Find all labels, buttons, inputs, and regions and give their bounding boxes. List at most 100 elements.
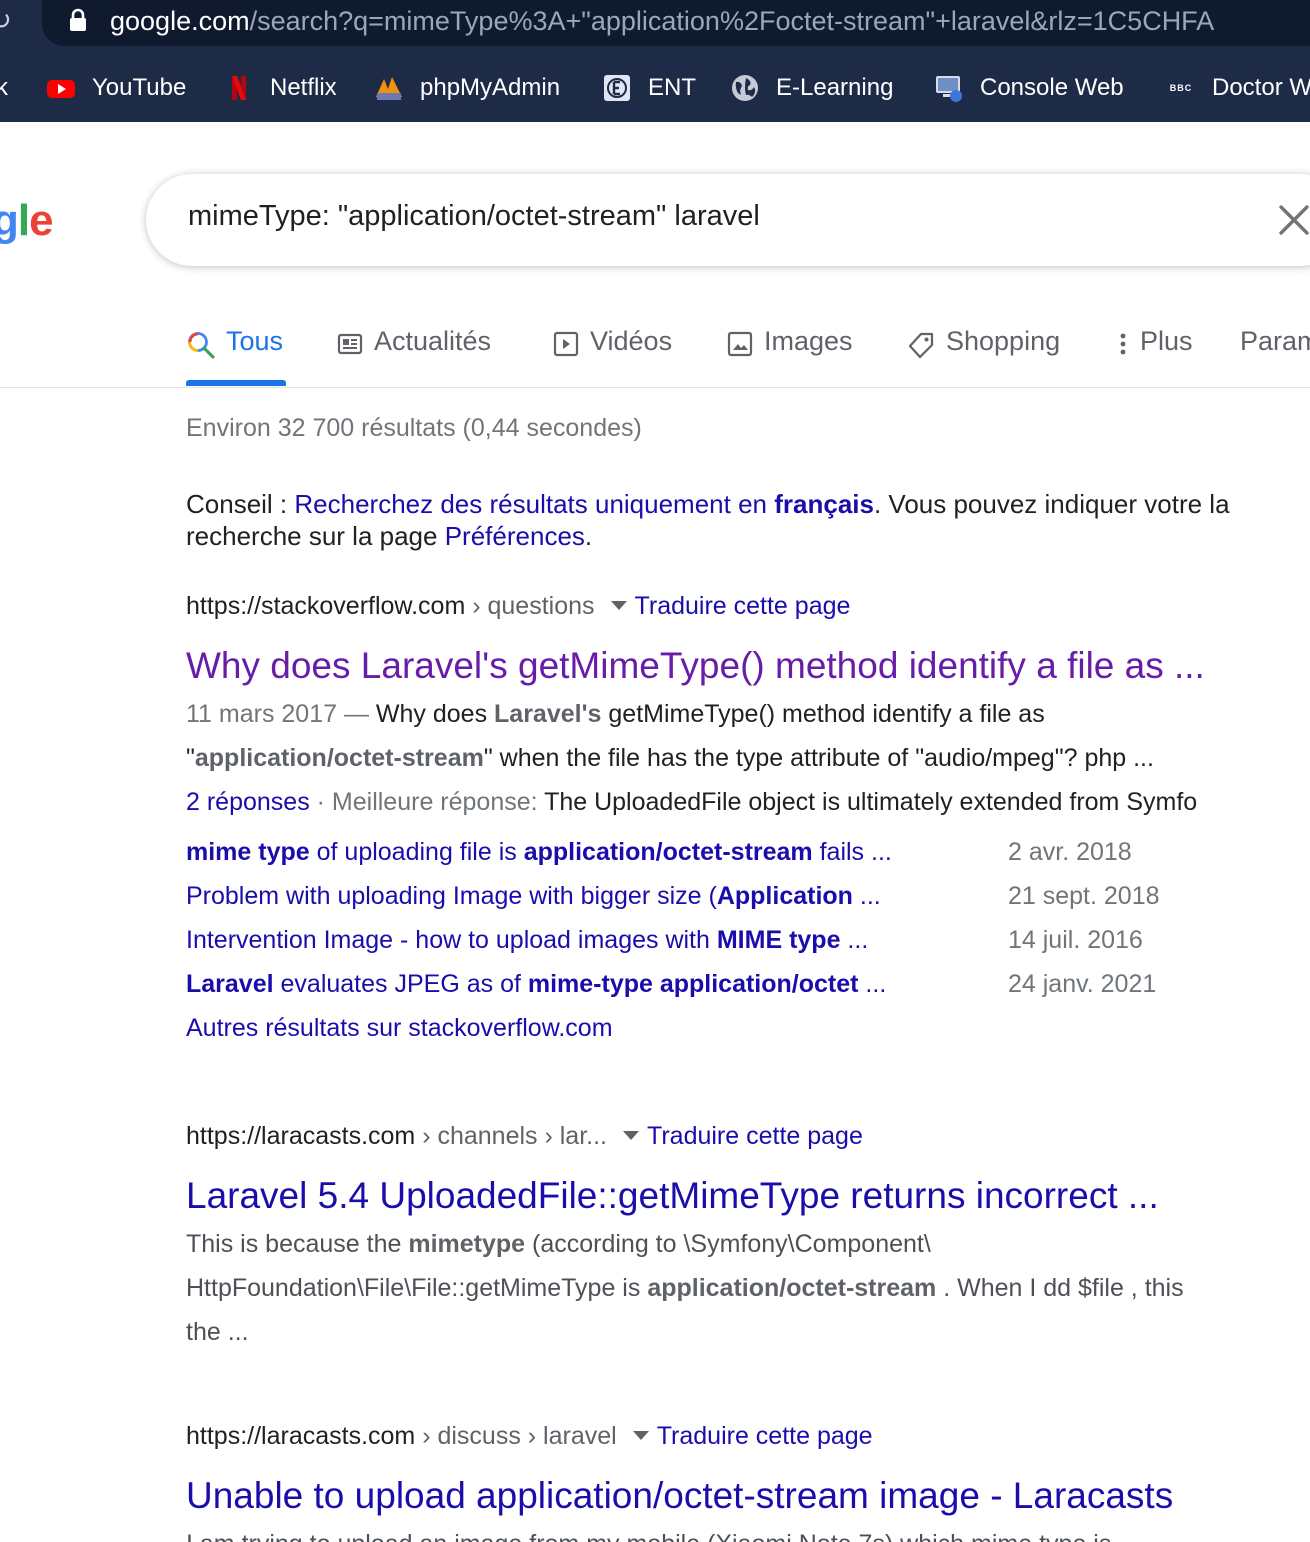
sitelink-date: 24 janv. 2021 bbox=[1008, 970, 1157, 998]
bookmark-netflix[interactable]: Netflix bbox=[224, 66, 337, 110]
snippet-bold: application/octet-stream bbox=[647, 1274, 937, 1302]
netflix-icon bbox=[232, 76, 246, 100]
active-tab-indicator bbox=[186, 380, 286, 386]
tab-videos[interactable]: Vidéos bbox=[552, 320, 672, 386]
answers-link[interactable]: 2 réponses bbox=[186, 788, 310, 816]
result-domain: https://stackoverflow.com bbox=[186, 592, 466, 620]
sitelink-bold: Application bbox=[716, 882, 853, 910]
youtube-icon bbox=[47, 80, 75, 98]
bookmark-label: k bbox=[0, 74, 8, 101]
sitelink-date: 14 juil. 2016 bbox=[1008, 926, 1143, 954]
tip-line2: recherche sur la page bbox=[186, 521, 445, 551]
tab-label: Tous bbox=[226, 326, 284, 356]
google-logo[interactable]: gle bbox=[0, 196, 54, 246]
snippet-text: the ... bbox=[186, 1318, 249, 1346]
snippet-text: I am trying to upload an image from my m… bbox=[186, 1530, 1111, 1542]
result-date: 11 mars 2017 — bbox=[186, 700, 369, 728]
bookmark-phpmyadmin[interactable]: phpMyAdmin bbox=[374, 66, 560, 110]
bookmark-label: Doctor W bbox=[1212, 74, 1310, 101]
snippet-bold: mimetype bbox=[408, 1230, 526, 1258]
close-icon[interactable] bbox=[1274, 200, 1310, 240]
sitelink-row[interactable]: Problem with uploading Image with bigger… bbox=[186, 874, 1310, 918]
tab-shopping[interactable]: Shopping bbox=[906, 320, 1060, 386]
sitelink-title[interactable]: Intervention Image - how to upload image… bbox=[186, 926, 868, 954]
search-result: https://laracasts.com › channels › lar..… bbox=[186, 1120, 1310, 1354]
search-result: https://laracasts.com › discuss › larave… bbox=[186, 1420, 1310, 1542]
search-input[interactable] bbox=[188, 200, 1188, 233]
tab-label: Shopping bbox=[946, 326, 1061, 356]
result-title[interactable]: Why does Laravel's getMimeType() method … bbox=[186, 642, 1310, 690]
sitelink-text: ... bbox=[858, 970, 887, 998]
bookmark-label: Console Web bbox=[980, 74, 1124, 101]
url-host: google.com bbox=[110, 6, 250, 36]
bookmark-youtube[interactable]: YouTube bbox=[46, 66, 186, 110]
chevron-down-icon[interactable] bbox=[610, 601, 627, 611]
result-cite[interactable]: https://laracasts.com › discuss › larave… bbox=[186, 1420, 1310, 1452]
result-cite[interactable]: https://laracasts.com › channels › lar..… bbox=[186, 1120, 1310, 1152]
url-text[interactable]: google.com/search?q=mimeType%3A+"applica… bbox=[110, 4, 1214, 38]
sitelinks: mime type of uploading file is applicati… bbox=[186, 830, 1310, 1050]
tab-all[interactable]: Tous bbox=[186, 320, 283, 386]
bookmark-elearning[interactable]: E-Learning bbox=[730, 66, 893, 110]
snippet-text: Why does bbox=[368, 700, 495, 728]
translate-link[interactable]: Traduire cette page bbox=[657, 1422, 873, 1450]
chevron-down-icon[interactable] bbox=[623, 1131, 639, 1141]
result-path: › questions bbox=[465, 592, 595, 620]
search-result: https://stackoverflow.com › questions Tra… bbox=[186, 590, 1310, 1050]
sitelink-title[interactable]: Laravel evaluates JPEG as of mime-type a… bbox=[186, 970, 886, 998]
french-results-link[interactable]: Recherchez des résultats uniquement en f… bbox=[294, 489, 874, 519]
bookmark-doctor-who[interactable]: BBC Doctor W bbox=[1166, 66, 1310, 110]
bookmark-label: E-Learning bbox=[776, 74, 894, 101]
snippet-text: " when the file has the type attribute o… bbox=[483, 744, 1154, 772]
sitelink-text: Intervention Image - how to upload image… bbox=[186, 926, 717, 954]
sitelink-row[interactable]: mime type of uploading file is applicati… bbox=[186, 830, 1310, 874]
tab-more[interactable]: Plus bbox=[1116, 320, 1193, 386]
snippet-text: getMimeType() method identify a file as bbox=[601, 700, 1045, 728]
ent-icon bbox=[604, 75, 630, 101]
sitelink-bold: Laravel bbox=[186, 970, 274, 998]
snippet-text: (according to \Symfony\Component\ bbox=[525, 1230, 931, 1258]
result-title[interactable]: Laravel 5.4 UploadedFile::getMimeType re… bbox=[186, 1172, 1310, 1220]
snippet-bold: application/octet-stream bbox=[194, 744, 484, 772]
bookmark-ent[interactable]: ENT bbox=[602, 66, 696, 110]
sitelink-row[interactable]: Laravel evaluates JPEG as of mime-type a… bbox=[186, 962, 1310, 1006]
sitelink-bold: application/octet-stream bbox=[523, 838, 813, 866]
tab-settings[interactable]: Param bbox=[1240, 320, 1310, 386]
tab-images[interactable]: Images bbox=[726, 320, 853, 386]
tab-news[interactable]: Actualités bbox=[336, 320, 491, 386]
chevron-down-icon[interactable] bbox=[632, 1431, 649, 1441]
tab-label: Param bbox=[1240, 326, 1310, 356]
sitelink-text: evaluates JPEG as of bbox=[273, 970, 528, 998]
sitelink-date: 21 sept. 2018 bbox=[1008, 882, 1160, 910]
language-tip: Conseil : Recherchez des résultats uniqu… bbox=[186, 488, 1310, 552]
sitelink-text: Problem with uploading Image with bigger… bbox=[186, 882, 717, 910]
sitelink-text: ... bbox=[840, 926, 869, 954]
translate-link[interactable]: Traduire cette page bbox=[647, 1122, 863, 1150]
bookmark-item[interactable]: k bbox=[0, 66, 8, 110]
tip-link-bold: français bbox=[774, 489, 874, 519]
sitelink-title[interactable]: mime type of uploading file is applicati… bbox=[186, 838, 892, 866]
video-icon bbox=[553, 331, 579, 357]
reload-icon[interactable]: ↻ bbox=[0, 6, 14, 34]
globe-icon bbox=[732, 75, 758, 101]
news-icon bbox=[337, 333, 363, 355]
bookmarks-bar: k YouTube Netflix phpMyAdmin ENT E-Learn… bbox=[0, 66, 1310, 110]
preferences-link[interactable]: Préférences bbox=[445, 521, 585, 551]
translate-link[interactable]: Traduire cette page bbox=[635, 592, 851, 620]
bookmark-console-web[interactable]: Console Web bbox=[934, 66, 1124, 110]
sitelink-title[interactable]: Problem with uploading Image with bigger… bbox=[186, 882, 881, 910]
tip-end: . bbox=[584, 521, 593, 551]
result-title[interactable]: Unable to upload application/octet-strea… bbox=[186, 1472, 1310, 1520]
bbc-icon: BBC bbox=[1169, 83, 1193, 93]
url-path: /search?q=mimeType%3A+"application%2Foct… bbox=[249, 6, 1215, 36]
tip-middle: . Vous pouvez indiquer votre la bbox=[873, 489, 1230, 519]
result-cite[interactable]: https://stackoverflow.com › questions Tra… bbox=[186, 590, 1310, 622]
result-domain: https://laracasts.com bbox=[186, 1122, 416, 1150]
tab-label: Actualités bbox=[374, 326, 492, 356]
tip-prefix: Conseil : bbox=[186, 489, 295, 519]
result-snippet: This is because the mimetype (according … bbox=[186, 1222, 1310, 1354]
more-results-link[interactable]: Autres résultats sur stackoverflow.com bbox=[186, 1006, 1310, 1050]
sitelink-row[interactable]: Intervention Image - how to upload image… bbox=[186, 918, 1310, 962]
result-snippet: I am trying to upload an image from my m… bbox=[186, 1522, 1310, 1542]
result-domain: https://laracasts.com bbox=[186, 1422, 416, 1450]
